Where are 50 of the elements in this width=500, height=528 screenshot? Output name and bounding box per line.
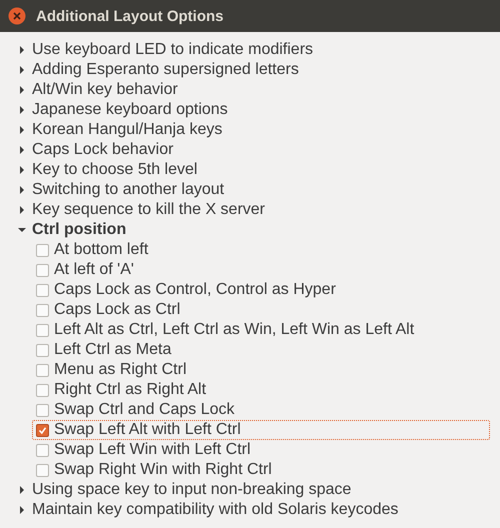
close-icon[interactable] [8,7,26,25]
checkbox[interactable] [36,364,49,376]
option-row[interactable]: Right Ctrl as Right Alt [32,380,490,400]
option-group-label[interactable]: Alt/Win key behavior [32,81,178,99]
option-row[interactable]: Menu as Right Ctrl [32,360,490,380]
option-row[interactable]: Caps Lock as Control, Control as Hyper [32,280,490,300]
expander-arrow-icon[interactable] [18,186,26,194]
option-row[interactable]: At left of 'A' [32,260,490,280]
checkbox[interactable] [36,264,49,276]
checkbox[interactable] [36,424,49,436]
option-row[interactable]: At bottom left [32,240,490,260]
option-group-label[interactable]: Use keyboard LED to indicate modifiers [32,41,314,59]
option-group-label[interactable]: Using space key to input non-breaking space [32,481,352,499]
option-row[interactable]: Swap Left Win with Left Ctrl [32,440,490,460]
checkbox[interactable] [36,304,49,316]
window-title: Additional Layout Options [36,8,224,24]
option-group-label[interactable]: Korean Hangul/Hanja keys [32,121,222,139]
option-group-label[interactable]: Maintain key compatibility with old Solaris keycodes [32,501,398,519]
expander-arrow-icon[interactable] [18,126,26,134]
option-group-label[interactable]: Japanese keyboard options [32,101,228,119]
option-group-label[interactable]: Key sequence to kill the X server [32,201,266,219]
option-row[interactable]: Caps Lock as Ctrl [32,300,490,320]
checkbox[interactable] [36,344,49,356]
option-group-label[interactable]: Key to choose 5th level [32,161,198,179]
checkbox[interactable] [36,464,49,476]
option-row[interactable]: Left Alt as Ctrl, Left Ctrl as Win, Left Win as Left Alt [32,320,490,340]
checkbox[interactable] [36,384,49,396]
expander-arrow-icon[interactable] [18,506,26,514]
option-row[interactable]: Swap Left Alt with Left Ctrl [32,420,490,440]
expander-arrow-icon[interactable] [18,166,26,174]
expander-arrow-icon[interactable] [18,226,26,234]
option-group-label[interactable]: Caps Lock behavior [32,141,174,159]
checkbox[interactable] [36,324,49,336]
checkbox[interactable] [36,284,49,296]
expander-arrow-icon[interactable] [18,66,26,74]
expander-arrow-icon[interactable] [18,86,26,94]
option-row[interactable]: Swap Ctrl and Caps Lock [32,400,490,420]
expander-arrow-icon[interactable] [18,486,26,494]
checkbox[interactable] [36,404,49,416]
expander-arrow-icon[interactable] [18,206,26,214]
expander-arrow-icon[interactable] [18,106,26,114]
option-group-label[interactable]: Ctrl position [32,221,126,239]
option-group-label[interactable]: Adding Esperanto supersigned letters [32,61,299,79]
option-row[interactable]: Left Ctrl as Meta [32,340,490,360]
checkbox[interactable] [36,444,49,456]
option-group-label[interactable]: Switching to another layout [32,181,224,199]
expander-arrow-icon[interactable] [18,46,26,54]
option-row[interactable]: Swap Right Win with Right Ctrl [32,460,490,480]
checkbox[interactable] [36,244,49,256]
expander-arrow-icon[interactable] [18,146,26,154]
